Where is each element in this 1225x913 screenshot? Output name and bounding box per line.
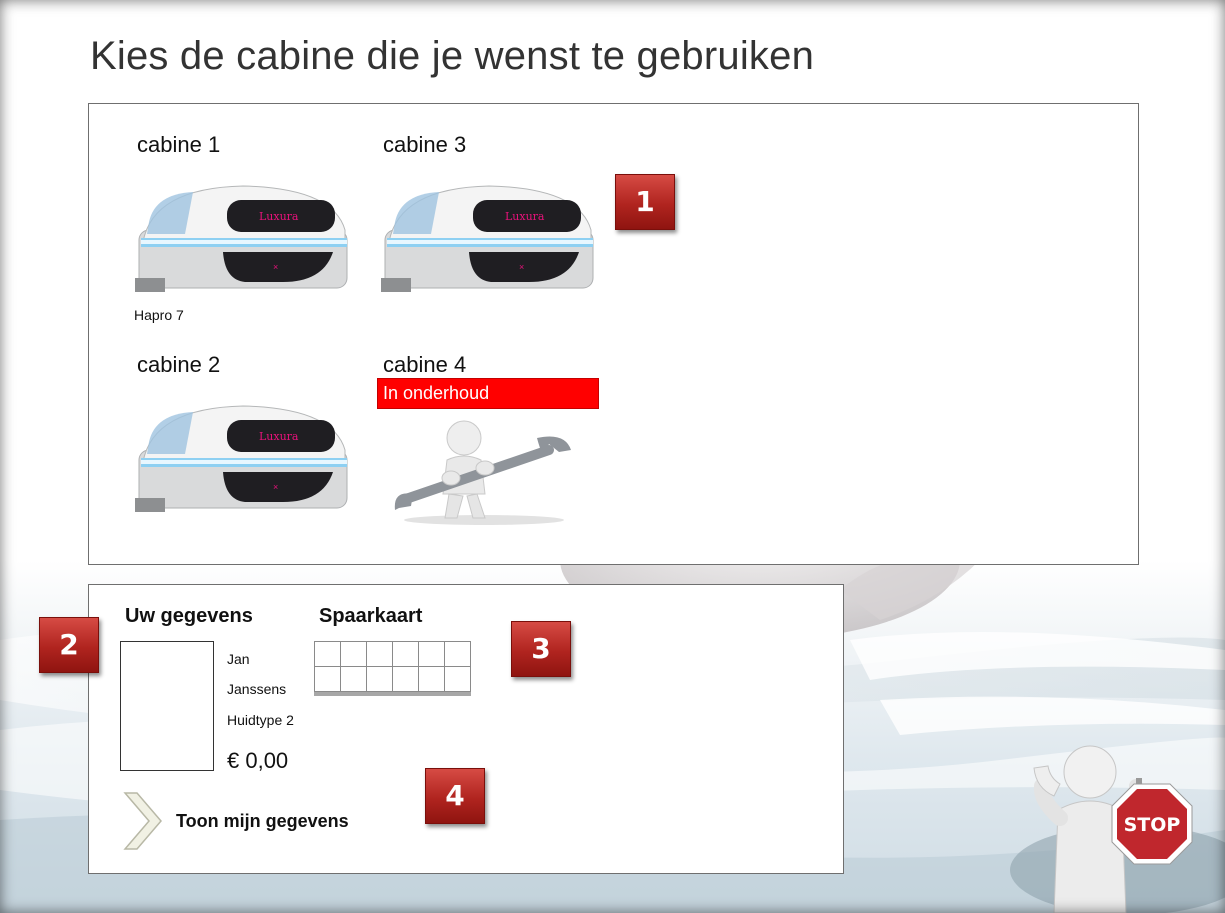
cabin-label: cabine 2 (137, 352, 221, 377)
savings-card-grid (314, 641, 471, 692)
stamp-cell (392, 666, 419, 692)
show-my-details-label: Toon mijn gegevens (176, 811, 349, 831)
tanning-bed-icon[interactable]: Luxura × (133, 402, 353, 514)
cabin-label: cabine 4 (383, 352, 467, 377)
stop-sign-text: STOP (1124, 814, 1181, 836)
stop-sign-figure: STOP (1033, 745, 1193, 913)
stamp-cell (314, 666, 341, 692)
cabin-selection-panel: cabine 1 Luxura × Hapro 7 cabine 3 Luxur… (88, 103, 1139, 565)
callout-badge-2: 2 (39, 617, 99, 673)
cabin-label: cabine 3 (383, 132, 467, 157)
svg-text:×: × (519, 262, 524, 272)
stamp-cell (366, 666, 393, 692)
callout-badge-1: 1 (615, 174, 675, 230)
slide-background: Kies de cabine die je wenst te gebruiken… (0, 0, 1225, 913)
user-balance: € 0,00 (227, 748, 289, 773)
tanning-bed-icon[interactable]: Luxura × (379, 182, 599, 294)
callout-badge-4: 4 (425, 768, 485, 824)
brand-text: Luxura (505, 210, 545, 223)
page-title: Kies de cabine die je wenst te gebruiken (90, 34, 815, 78)
tanning-bed-icon[interactable]: Luxura × (133, 182, 353, 294)
savings-card-heading: Spaarkaart (319, 605, 423, 627)
user-first-name: Jan (227, 651, 250, 667)
svg-text:×: × (273, 262, 278, 272)
stamp-cell (444, 666, 471, 692)
stamp-cell (340, 641, 367, 667)
brand-text: Luxura (259, 430, 299, 443)
wrench-figure-icon (394, 420, 571, 525)
savings-card-bottom-bar (314, 692, 471, 696)
chevron-right-icon (123, 792, 162, 850)
stamp-row (314, 666, 471, 692)
stamp-cell (392, 641, 419, 667)
user-heading: Uw gegevens (125, 605, 253, 627)
cabin-model: Hapro 7 (134, 307, 184, 323)
callout-badge-3: 3 (511, 621, 571, 677)
cabin-label: cabine 1 (137, 132, 221, 157)
stamp-cell (340, 666, 367, 692)
user-info-panel: Uw gegevens Spaarkaart Jan Janssens Huid… (88, 584, 844, 874)
user-photo-placeholder (120, 641, 214, 771)
stamp-cell (418, 641, 445, 667)
stamp-cell (366, 641, 393, 667)
show-my-details-button[interactable]: Toon mijn gegevens (119, 789, 379, 853)
stamp-row (314, 641, 471, 667)
stop-sign-icon: STOP (1111, 783, 1193, 865)
user-skin-type: Huidtype 2 (227, 712, 294, 728)
maintenance-status-bar: In onderhoud (377, 378, 599, 409)
brand-text: Luxura (259, 210, 299, 223)
user-last-name: Janssens (227, 681, 287, 697)
stamp-cell (418, 666, 445, 692)
stamp-cell (314, 641, 341, 667)
svg-text:×: × (273, 482, 278, 492)
stamp-cell (444, 641, 471, 667)
